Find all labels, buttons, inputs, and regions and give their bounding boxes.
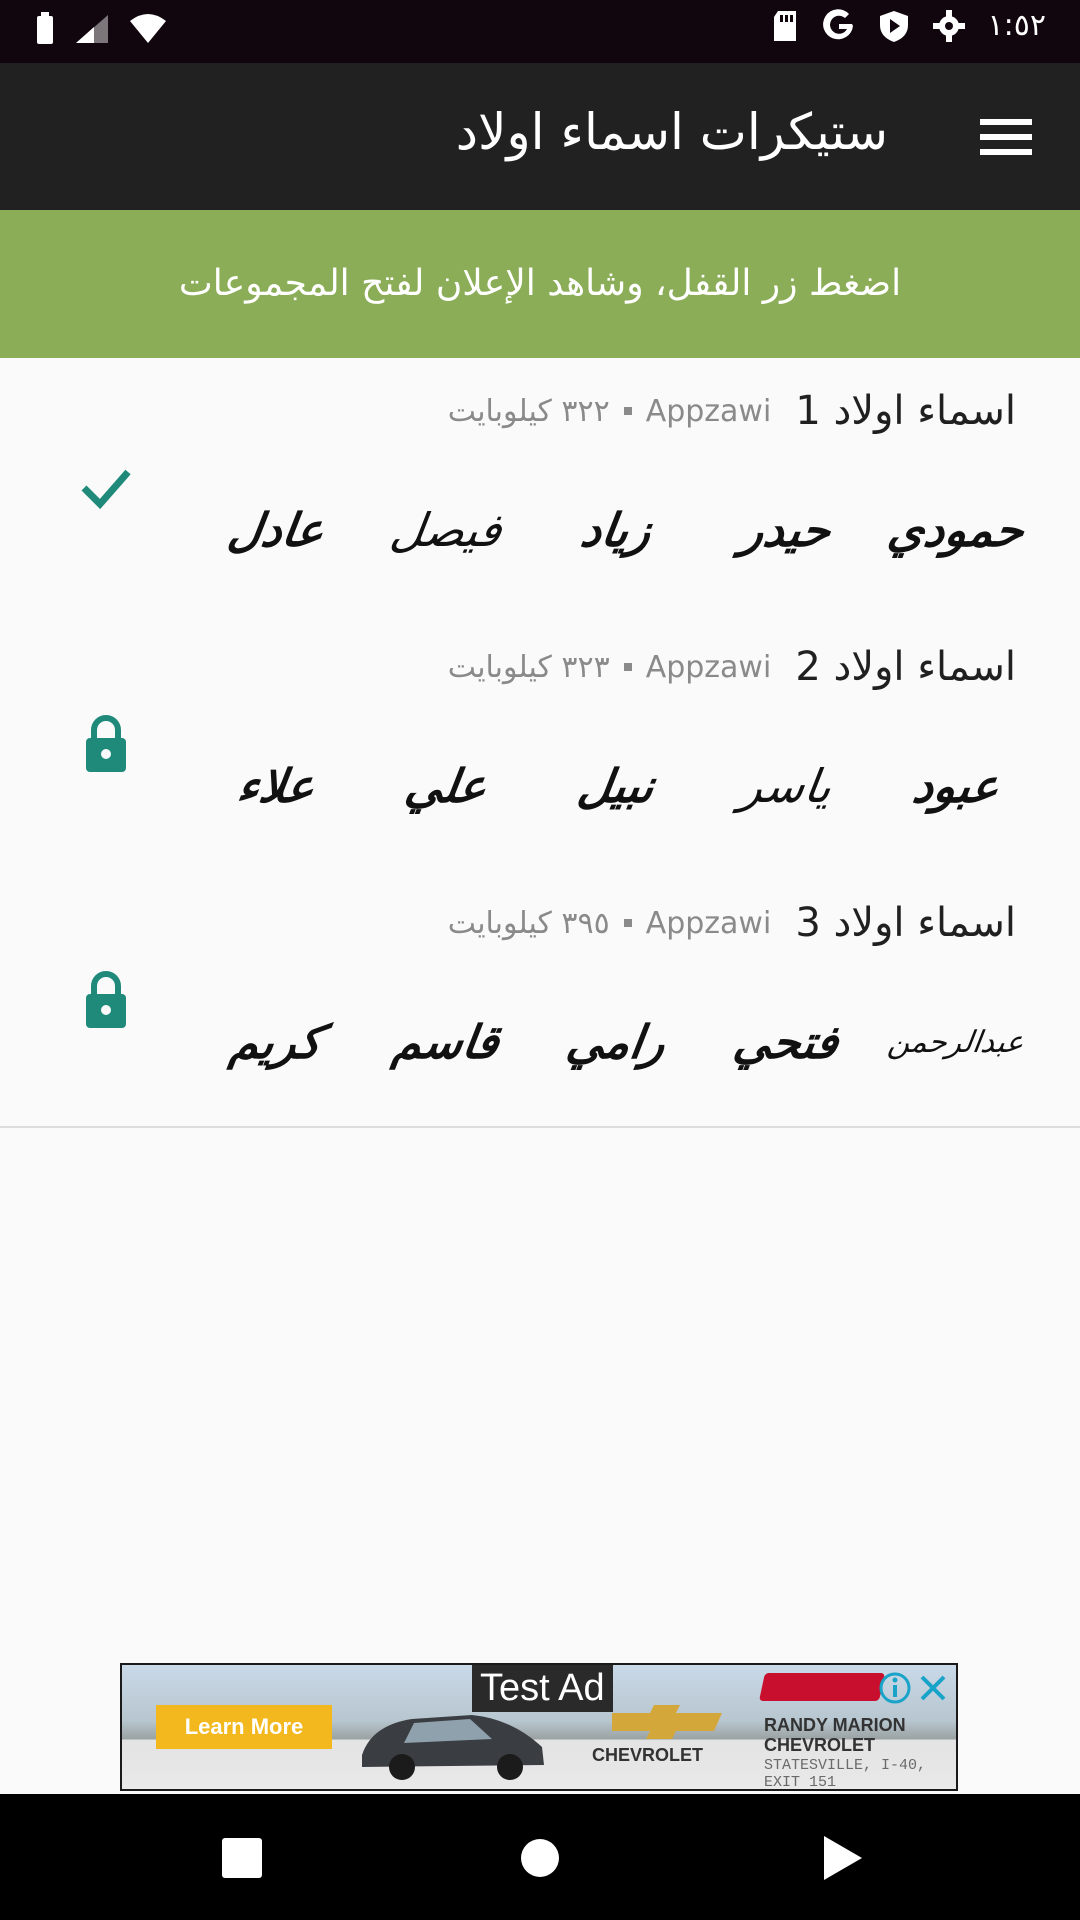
ad-close-icon[interactable] bbox=[916, 1671, 950, 1705]
sticker-preview: عادل bbox=[224, 503, 328, 557]
settings-gear-icon bbox=[932, 9, 965, 42]
cell-signal-icon bbox=[76, 15, 108, 43]
test-ad-label: Test Ad bbox=[472, 1665, 613, 1712]
sticker-pack-row[interactable]: اسماء اولاد 3 Appzawi ٣٩٥ كيلوبايت عبدال… bbox=[0, 870, 1080, 1128]
sticker-preview: حمودي bbox=[884, 503, 1028, 557]
sticker-pack-row[interactable]: اسماء اولاد 1 Appzawi ٣٢٢ كيلوبايت حمودي… bbox=[0, 358, 1080, 616]
back-icon[interactable] bbox=[818, 1834, 866, 1882]
separator-dot bbox=[623, 407, 632, 415]
status-bar: ١:٥٢ bbox=[0, 0, 1080, 63]
sticker-preview: رامي bbox=[563, 1015, 669, 1069]
sticker-preview: قاسم bbox=[389, 1015, 503, 1069]
unlock-instruction-banner: اضغط زر القفل، وشاهد الإعلان لفتح المجمو… bbox=[0, 210, 1080, 358]
page-title: ستيكرات اسماء اولاد bbox=[455, 103, 888, 161]
pack-name: اسماء اولاد 2 bbox=[795, 644, 1016, 690]
chevrolet-logo-icon bbox=[612, 1705, 722, 1739]
sticker-preview: عبدالرحمن bbox=[885, 1024, 1027, 1060]
ad-brand: CHEVROLET bbox=[592, 1745, 704, 1765]
pack-publisher: Appzawi bbox=[645, 649, 772, 685]
sticker-preview: نبيل bbox=[574, 759, 658, 813]
battery-icon bbox=[37, 12, 53, 44]
app-toolbar: ستيكرات اسماء اولاد bbox=[0, 63, 1080, 210]
ad-info-icon[interactable] bbox=[878, 1671, 912, 1705]
pack-publisher: Appzawi bbox=[645, 393, 772, 429]
dealer-logo bbox=[759, 1673, 885, 1701]
sticker-preview: علي bbox=[401, 759, 491, 813]
pack-size: ٣٩٥ كيلوبايت bbox=[447, 905, 610, 941]
lock-icon[interactable] bbox=[78, 970, 134, 1030]
checkmark-icon[interactable] bbox=[78, 458, 134, 518]
hamburger-menu-icon[interactable] bbox=[980, 117, 1032, 157]
home-icon[interactable] bbox=[516, 1834, 564, 1882]
sticker-preview: علاء bbox=[233, 759, 319, 813]
clock-time: ١:٥٢ bbox=[987, 8, 1046, 43]
sticker-preview: حيدر bbox=[737, 503, 835, 557]
google-icon bbox=[822, 8, 853, 39]
learn-more-button[interactable]: Learn More bbox=[156, 1705, 332, 1749]
pack-name: اسماء اولاد 1 bbox=[795, 388, 1016, 434]
sticker-preview: زياد bbox=[577, 503, 655, 557]
pack-size: ٣٢٣ كيلوبايت bbox=[447, 649, 610, 685]
pack-publisher: Appzawi bbox=[645, 905, 772, 941]
lock-icon[interactable] bbox=[78, 714, 134, 774]
ad-dealer-address: STATESVILLE, I-40, EXIT 151 bbox=[764, 1757, 927, 1791]
separator-dot bbox=[623, 919, 632, 927]
separator-dot bbox=[623, 663, 632, 671]
system-navigation-bar bbox=[0, 1794, 1080, 1920]
pack-name: اسماء اولاد 3 bbox=[795, 900, 1016, 946]
shield-play-icon bbox=[879, 10, 908, 42]
recent-apps-icon[interactable] bbox=[218, 1834, 266, 1882]
sticker-preview: فيصل bbox=[386, 503, 506, 557]
ad-banner[interactable]: Learn More Test Ad CHEVROLET RANDY MARIO… bbox=[120, 1663, 958, 1791]
ad-dealer-name: RANDY MARION CHEVROLET bbox=[764, 1715, 906, 1755]
sd-card-icon bbox=[773, 10, 796, 41]
sticker-preview: فتحي bbox=[730, 1015, 842, 1069]
pack-size: ٣٢٢ كيلوبايت bbox=[447, 393, 610, 429]
sticker-preview: عبود bbox=[909, 759, 1003, 813]
wifi-icon bbox=[130, 14, 166, 43]
sticker-preview: كريم bbox=[226, 1015, 326, 1069]
sticker-preview: ياسر bbox=[736, 759, 836, 813]
sticker-pack-row[interactable]: اسماء اولاد 2 Appzawi ٣٢٣ كيلوبايت عبود … bbox=[0, 614, 1080, 872]
